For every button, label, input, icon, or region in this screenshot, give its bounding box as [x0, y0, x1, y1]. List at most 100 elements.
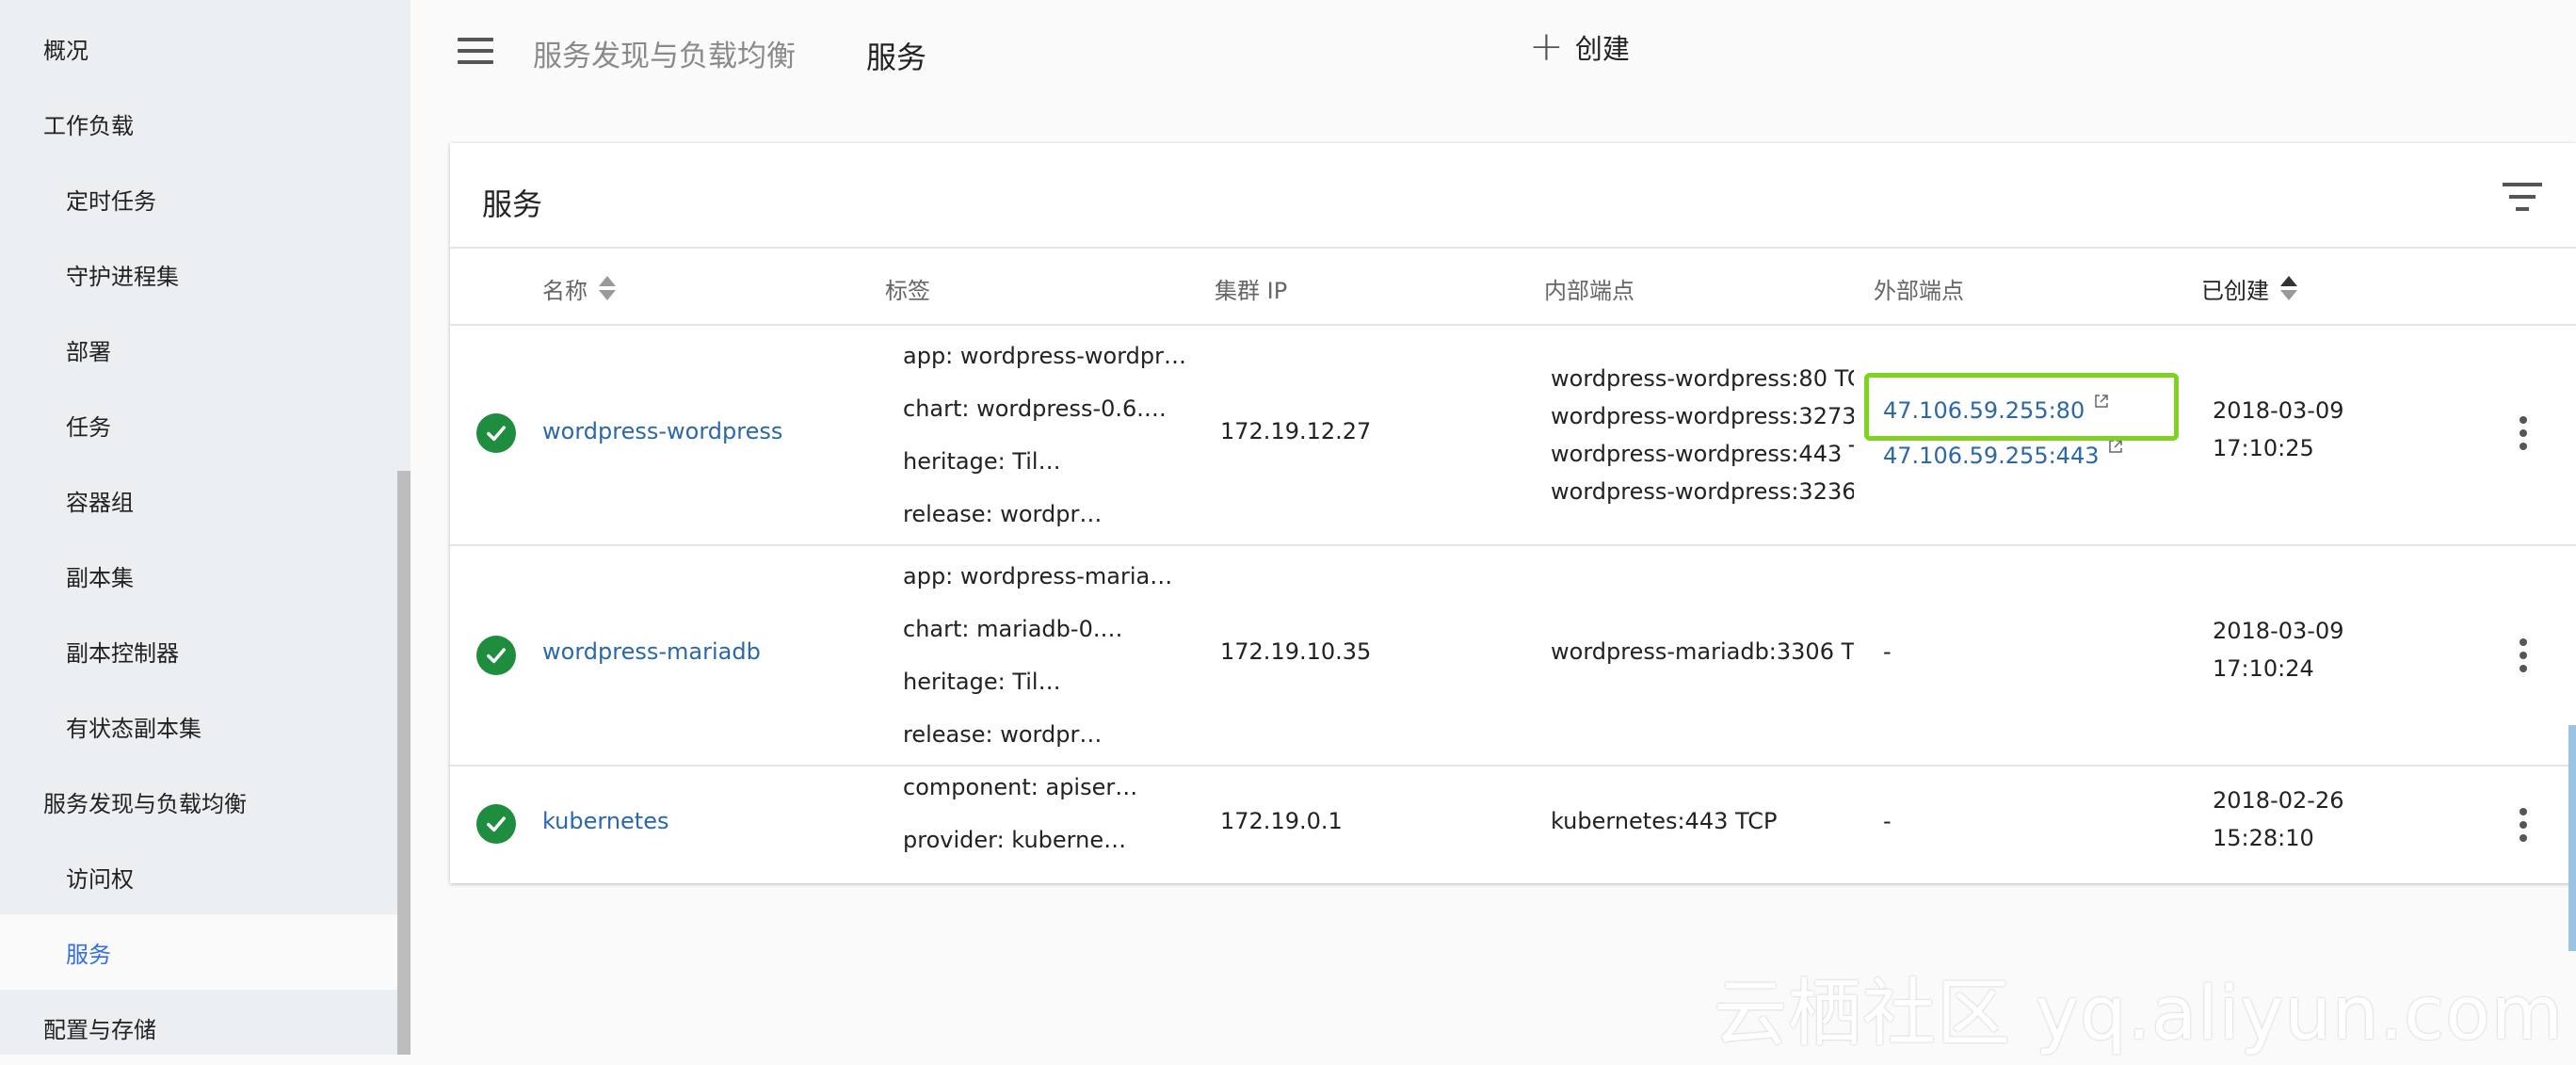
sidebar-item-label: 概况	[43, 37, 89, 64]
external-endpoint-link[interactable]: 47.106.59.255:443	[1883, 440, 2123, 469]
hamburger-menu-icon[interactable]	[458, 38, 493, 66]
column-header-label: 标签	[885, 277, 930, 304]
sidebar: 概况 工作负载 定时任务 守护进程集 部署 任务 容器组 副本集 副本控制器 有…	[0, 0, 411, 1055]
label-chip: provider: kuberne…	[903, 827, 1127, 853]
sidebar-item-ingresses[interactable]: 访问权	[0, 839, 397, 914]
status-ok-icon	[476, 636, 516, 675]
label-chip: chart: wordpress-0.6.…	[903, 395, 1167, 422]
created-date: 2018-03-09	[2213, 397, 2344, 424]
sidebar-item-label: 副本控制器	[66, 639, 179, 667]
label-chip: app: wordpress-maria…	[903, 563, 1173, 589]
services-card: 服务 名称 标签 集群 IP 内部端点 外部端点 已创建 wordpress-w…	[450, 143, 2576, 883]
sidebar-item-services[interactable]: 服务	[0, 914, 397, 990]
service-name-link[interactable]: wordpress-wordpress	[542, 418, 782, 444]
divider	[450, 247, 2576, 249]
label-chip: component: apiser…	[903, 774, 1138, 800]
page-scrollbar[interactable]	[2568, 725, 2576, 951]
cluster-ip: 172.19.0.1	[1220, 808, 1343, 834]
label-chip: release: wordpr…	[903, 721, 1103, 748]
column-header-internal-endpoints: 内部端点	[1544, 273, 1634, 304]
label-chip: heritage: Til…	[903, 448, 1061, 475]
filter-icon[interactable]	[2503, 183, 2542, 213]
cluster-ip: 172.19.12.27	[1220, 418, 1372, 444]
external-endpoint-text: 47.106.59.255:443	[1883, 443, 2100, 469]
status-ok-icon	[476, 804, 516, 844]
top-bar: 服务发现与负载均衡 服务 + 创建	[411, 0, 2576, 105]
table-row: kubernetes component: apiser… provider: …	[450, 766, 2576, 881]
column-header-label: 已创建	[2201, 277, 2269, 304]
label-chip: heritage: Til…	[903, 669, 1061, 695]
service-name-link[interactable]: wordpress-mariadb	[542, 638, 761, 665]
created-date: 2018-03-09	[2213, 618, 2344, 644]
sidebar-item-cronjobs[interactable]: 定时任务	[0, 161, 397, 236]
column-header-name[interactable]: 名称	[542, 273, 616, 304]
more-actions-icon[interactable]	[2518, 638, 2529, 678]
highlight-box	[1864, 373, 2179, 441]
sidebar-scrollbar[interactable]	[397, 471, 411, 1055]
internal-endpoint: wordpress-wordpress:443 TCP	[1551, 441, 1854, 467]
breadcrumb-parent[interactable]: 服务发现与负载均衡	[533, 32, 796, 74]
column-header-label: 名称	[542, 277, 588, 304]
page-title: 服务	[866, 40, 927, 75]
sidebar-item-pods[interactable]: 容器组	[0, 462, 397, 538]
sidebar-item-label: 服务	[66, 941, 111, 968]
sidebar-item-label: 服务发现与负载均衡	[43, 790, 247, 817]
external-endpoint-empty: -	[1883, 808, 1892, 834]
created-time: 15:28:10	[2213, 825, 2314, 851]
more-actions-icon[interactable]	[2518, 808, 2529, 847]
sidebar-item-label: 容器组	[66, 489, 134, 516]
service-name-link[interactable]: kubernetes	[542, 808, 668, 834]
sidebar-item-label: 工作负载	[43, 112, 134, 139]
sidebar-item-label: 访问权	[66, 865, 134, 893]
created-time: 17:10:24	[2213, 655, 2314, 682]
sidebar-item-jobs[interactable]: 任务	[0, 387, 397, 462]
column-header-cluster-ip: 集群 IP	[1215, 273, 1288, 304]
table-row: wordpress-mariadb app: wordpress-maria… …	[450, 546, 2576, 765]
sidebar-item-label: 守护进程集	[66, 263, 179, 290]
column-header-label: 内部端点	[1544, 277, 1634, 304]
internal-endpoint: wordpress-wordpress:32735	[1551, 403, 1854, 429]
sidebar-item-statefulsets[interactable]: 有状态副本集	[0, 688, 397, 764]
internal-endpoint: wordpress-mariadb:3306 TCP	[1551, 638, 1854, 665]
created-date: 2018-02-26	[2213, 787, 2344, 814]
column-header-labels: 标签	[885, 273, 930, 304]
sidebar-item-label: 副本集	[66, 564, 134, 591]
more-actions-icon[interactable]	[2518, 416, 2529, 456]
create-button[interactable]: + 创建	[1529, 26, 1630, 68]
sort-icon[interactable]	[2280, 276, 2297, 300]
external-endpoint-empty: -	[1883, 638, 1892, 665]
created-time: 17:10:25	[2213, 435, 2314, 461]
sidebar-item-label: 定时任务	[66, 187, 156, 215]
sidebar-item-deployments[interactable]: 部署	[0, 312, 397, 387]
column-header-label: 集群 IP	[1215, 277, 1288, 304]
card-title: 服务	[482, 186, 543, 222]
sort-icon[interactable]	[599, 276, 616, 300]
cluster-ip: 172.19.10.35	[1220, 638, 1372, 665]
watermark: 云栖社区 yq.aliyun.com	[1714, 972, 2564, 1057]
internal-endpoint: wordpress-wordpress:80 TCP	[1551, 365, 1854, 392]
sidebar-item-label: 有状态副本集	[66, 715, 201, 742]
column-header-external-endpoints: 外部端点	[1874, 273, 1964, 304]
sidebar-item-replication-controllers[interactable]: 副本控制器	[0, 613, 397, 688]
plus-icon: +	[1529, 23, 1564, 71]
sidebar-item-label: 部署	[66, 338, 111, 365]
open-in-new-icon	[2109, 440, 2123, 453]
internal-endpoint: kubernetes:443 TCP	[1551, 808, 1778, 834]
sidebar-item-workloads[interactable]: 工作负载	[0, 86, 397, 161]
sidebar-item-discovery-lb[interactable]: 服务发现与负载均衡	[0, 764, 397, 839]
label-chip: chart: mariadb-0.…	[903, 616, 1123, 642]
create-label: 创建	[1574, 33, 1630, 65]
sidebar-item-label: 任务	[66, 413, 111, 441]
table-row: wordpress-wordpress app: wordpress-wordp…	[450, 326, 2576, 544]
column-header-created[interactable]: 已创建	[2201, 273, 2297, 304]
sidebar-item-label: 配置与存储	[43, 1016, 156, 1043]
label-chip: release: wordpr…	[903, 501, 1103, 527]
sidebar-item-daemonsets[interactable]: 守护进程集	[0, 236, 397, 312]
internal-endpoint: wordpress-wordpress:32368	[1551, 478, 1854, 505]
sidebar-item-config-storage[interactable]: 配置与存储	[0, 990, 397, 1065]
sidebar-item-overview[interactable]: 概况	[0, 10, 397, 86]
sidebar-item-replicasets[interactable]: 副本集	[0, 538, 397, 613]
column-header-label: 外部端点	[1874, 277, 1964, 304]
status-ok-icon	[476, 413, 516, 453]
label-chip: app: wordpress-wordpr…	[903, 343, 1186, 369]
